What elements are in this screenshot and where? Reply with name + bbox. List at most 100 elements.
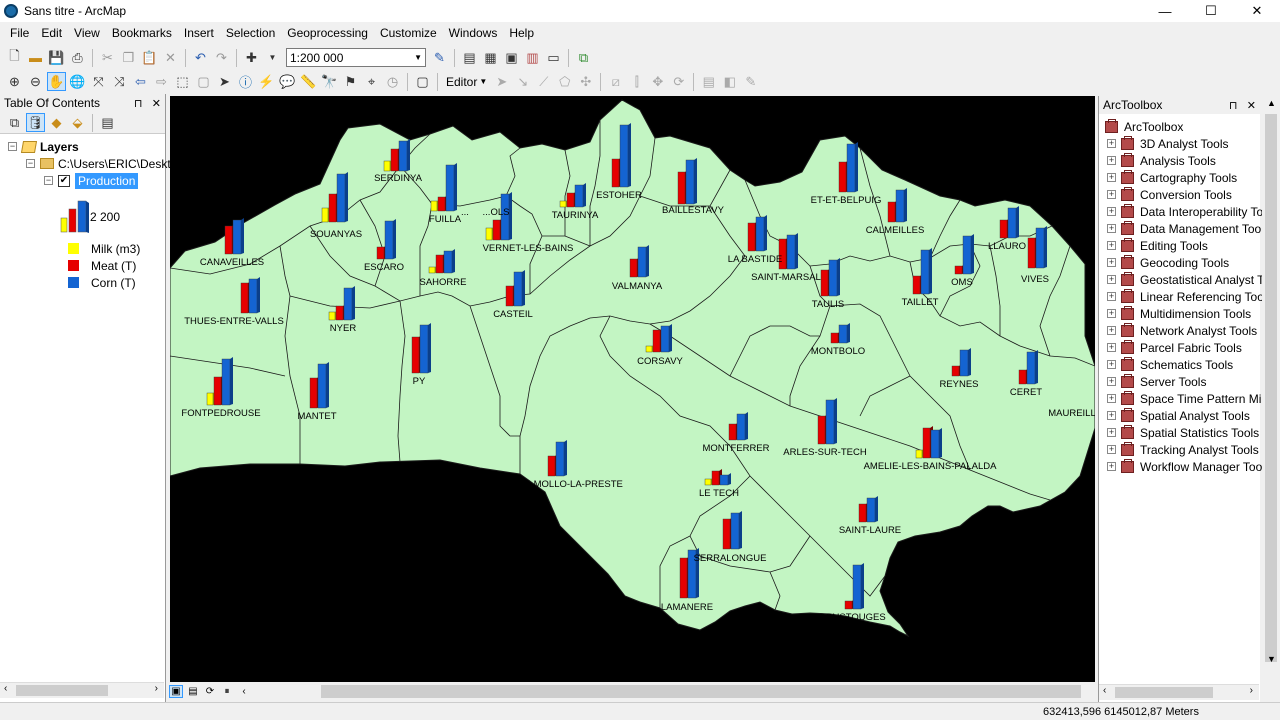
- create-features-window-icon[interactable]: ✎: [741, 72, 760, 91]
- toc-horizontal-scrollbar[interactable]: ‹ ›: [0, 682, 164, 698]
- fixed-zoom-in-icon[interactable]: ⤧: [89, 72, 108, 91]
- catalog-window-icon[interactable]: ▦: [481, 48, 500, 67]
- toolbox-item[interactable]: + Schematics Tools: [1107, 356, 1233, 373]
- editor-menu-button[interactable]: Editor ▼: [442, 75, 491, 89]
- expand-icon[interactable]: +: [1107, 377, 1116, 386]
- auto-hide-pin-icon[interactable]: ⊓: [1229, 100, 1238, 112]
- zoom-in-icon[interactable]: ⊕: [5, 72, 24, 91]
- menu-insert[interactable]: Insert: [178, 26, 220, 40]
- expand-icon[interactable]: +: [1107, 411, 1116, 420]
- toolbox-item[interactable]: + Workflow Manager Tools: [1107, 458, 1271, 475]
- time-slider-icon[interactable]: ◷: [383, 72, 402, 91]
- back-arrow-icon[interactable]: ⇦: [131, 72, 150, 91]
- collapse-icon[interactable]: −: [44, 176, 53, 185]
- map-svg[interactable]: SERDINYA FUILLA ESTOHER BAILLESTAVY ...OLS..…: [170, 96, 1095, 682]
- expand-icon[interactable]: +: [1107, 394, 1116, 403]
- data-view-icon[interactable]: ▣: [169, 685, 183, 698]
- layers-dataframe[interactable]: − Layers: [8, 138, 79, 155]
- scroll-right-icon[interactable]: ›: [155, 683, 158, 694]
- toolbox-item[interactable]: + Network Analyst Tools: [1107, 322, 1257, 339]
- list-by-visibility-icon[interactable]: ◆: [47, 113, 66, 132]
- menu-bookmarks[interactable]: Bookmarks: [106, 26, 178, 40]
- find-route-icon[interactable]: ⚑: [341, 72, 360, 91]
- delete-icon[interactable]: ✕: [161, 48, 180, 67]
- split-icon[interactable]: ⫿: [627, 72, 646, 91]
- pan-hand-icon[interactable]: ✋: [47, 72, 66, 91]
- folder-node[interactable]: − C:\Users\ERIC\Deskto: [26, 155, 177, 172]
- toolbox-item[interactable]: + Data Management Tools: [1107, 220, 1270, 237]
- scroll-left-icon[interactable]: ‹: [1103, 685, 1106, 696]
- expand-icon[interactable]: +: [1107, 360, 1116, 369]
- expand-icon[interactable]: +: [1107, 275, 1116, 284]
- toolbox-item[interactable]: + Spatial Analyst Tools: [1107, 407, 1250, 424]
- scroll-thumb[interactable]: [16, 685, 108, 696]
- toolbox-item[interactable]: + Linear Referencing Tools: [1107, 288, 1273, 305]
- menu-geoprocessing[interactable]: Geoprocessing: [281, 26, 374, 40]
- print-icon[interactable]: ⎙: [68, 48, 87, 67]
- editor-toolbar-icon[interactable]: ✎: [430, 48, 449, 67]
- toolbox-item[interactable]: + Geostatistical Analyst Tools: [1107, 271, 1280, 288]
- toolbox-item[interactable]: + Editing Tools: [1107, 237, 1208, 254]
- toolbox-root[interactable]: ArcToolbox: [1105, 118, 1183, 135]
- menu-windows[interactable]: Windows: [443, 26, 504, 40]
- toolbox-item[interactable]: + Parcel Fabric Tools: [1107, 339, 1242, 356]
- expand-icon[interactable]: +: [1107, 156, 1116, 165]
- scroll-left-icon[interactable]: ‹: [237, 685, 251, 698]
- expand-icon[interactable]: +: [1107, 207, 1116, 216]
- options-icon[interactable]: ▤: [98, 113, 117, 132]
- add-data-icon[interactable]: ✚: [242, 48, 261, 67]
- expand-icon[interactable]: +: [1107, 462, 1116, 471]
- toolbox-vertical-scrollbar[interactable]: ▲ ▼: [1262, 96, 1280, 702]
- production-chart-symbol[interactable]: [224, 218, 244, 255]
- reshape-icon[interactable]: ⧄: [606, 72, 625, 91]
- expand-icon[interactable]: +: [1107, 139, 1116, 148]
- html-popup-icon[interactable]: 💬: [278, 72, 297, 91]
- select-features-icon[interactable]: ⬚: [173, 72, 192, 91]
- zoom-out-icon[interactable]: ⊖: [26, 72, 45, 91]
- expand-icon[interactable]: +: [1107, 190, 1116, 199]
- edit-tool-icon[interactable]: ➤: [492, 72, 511, 91]
- close-button[interactable]: ✕: [1234, 0, 1280, 22]
- toolbox-item[interactable]: + Geocoding Tools: [1107, 254, 1229, 271]
- auto-hide-pin-icon[interactable]: ⊓: [134, 98, 143, 110]
- chevron-down-icon[interactable]: ▼: [263, 48, 282, 67]
- list-by-selection-icon[interactable]: ⬙: [68, 113, 87, 132]
- scroll-up-icon[interactable]: ▲: [1267, 98, 1276, 108]
- select-elements-arrow-icon[interactable]: ➤: [215, 72, 234, 91]
- save-icon[interactable]: 💾: [47, 48, 66, 67]
- menu-customize[interactable]: Customize: [374, 26, 443, 40]
- menu-selection[interactable]: Selection: [220, 26, 281, 40]
- rotate-icon[interactable]: ⟳: [669, 72, 688, 91]
- toolbox-item[interactable]: + Tracking Analyst Tools: [1107, 441, 1259, 458]
- map-canvas[interactable]: SERDINYA FUILLA ESTOHER BAILLESTAVY ...OLS..…: [170, 96, 1095, 682]
- close-icon[interactable]: ✕: [1247, 100, 1256, 112]
- pause-drawing-icon[interactable]: ⏸: [220, 685, 234, 698]
- table-of-contents-icon[interactable]: ▤: [460, 48, 479, 67]
- create-viewer-window-icon[interactable]: ▢: [413, 72, 432, 91]
- maximize-button[interactable]: ☐: [1188, 0, 1234, 22]
- expand-icon[interactable]: +: [1107, 241, 1116, 250]
- go-to-xy-icon[interactable]: ⌖: [362, 72, 381, 91]
- toolbox-item[interactable]: + Data Interoperability Tools: [1107, 203, 1279, 220]
- open-folder-icon[interactable]: ▬: [26, 48, 45, 67]
- paste-icon[interactable]: 📋: [140, 48, 159, 67]
- expand-icon[interactable]: +: [1107, 309, 1116, 318]
- list-by-drawing-order-icon[interactable]: ⧉: [5, 113, 24, 132]
- expand-icon[interactable]: +: [1107, 258, 1116, 267]
- forward-arrow-icon[interactable]: ⇨: [152, 72, 171, 91]
- toolbox-item[interactable]: + Multidimension Tools: [1107, 305, 1251, 322]
- expand-icon[interactable]: +: [1107, 343, 1116, 352]
- toolbox-item[interactable]: + Cartography Tools: [1107, 169, 1237, 186]
- menu-view[interactable]: View: [68, 26, 106, 40]
- attributes-icon[interactable]: ▤: [699, 72, 718, 91]
- python-window-icon[interactable]: ▭: [544, 48, 563, 67]
- expand-icon[interactable]: +: [1107, 428, 1116, 437]
- scroll-thumb[interactable]: [1265, 114, 1277, 662]
- layer-visibility-checkbox[interactable]: ✔: [58, 174, 70, 187]
- expand-icon[interactable]: +: [1107, 292, 1116, 301]
- refresh-icon[interactable]: ⟳: [203, 685, 217, 698]
- menu-help[interactable]: Help: [503, 26, 540, 40]
- close-icon[interactable]: ✕: [152, 98, 161, 110]
- collapse-icon[interactable]: −: [8, 142, 17, 151]
- production-layer[interactable]: − ✔ Production: [44, 172, 139, 189]
